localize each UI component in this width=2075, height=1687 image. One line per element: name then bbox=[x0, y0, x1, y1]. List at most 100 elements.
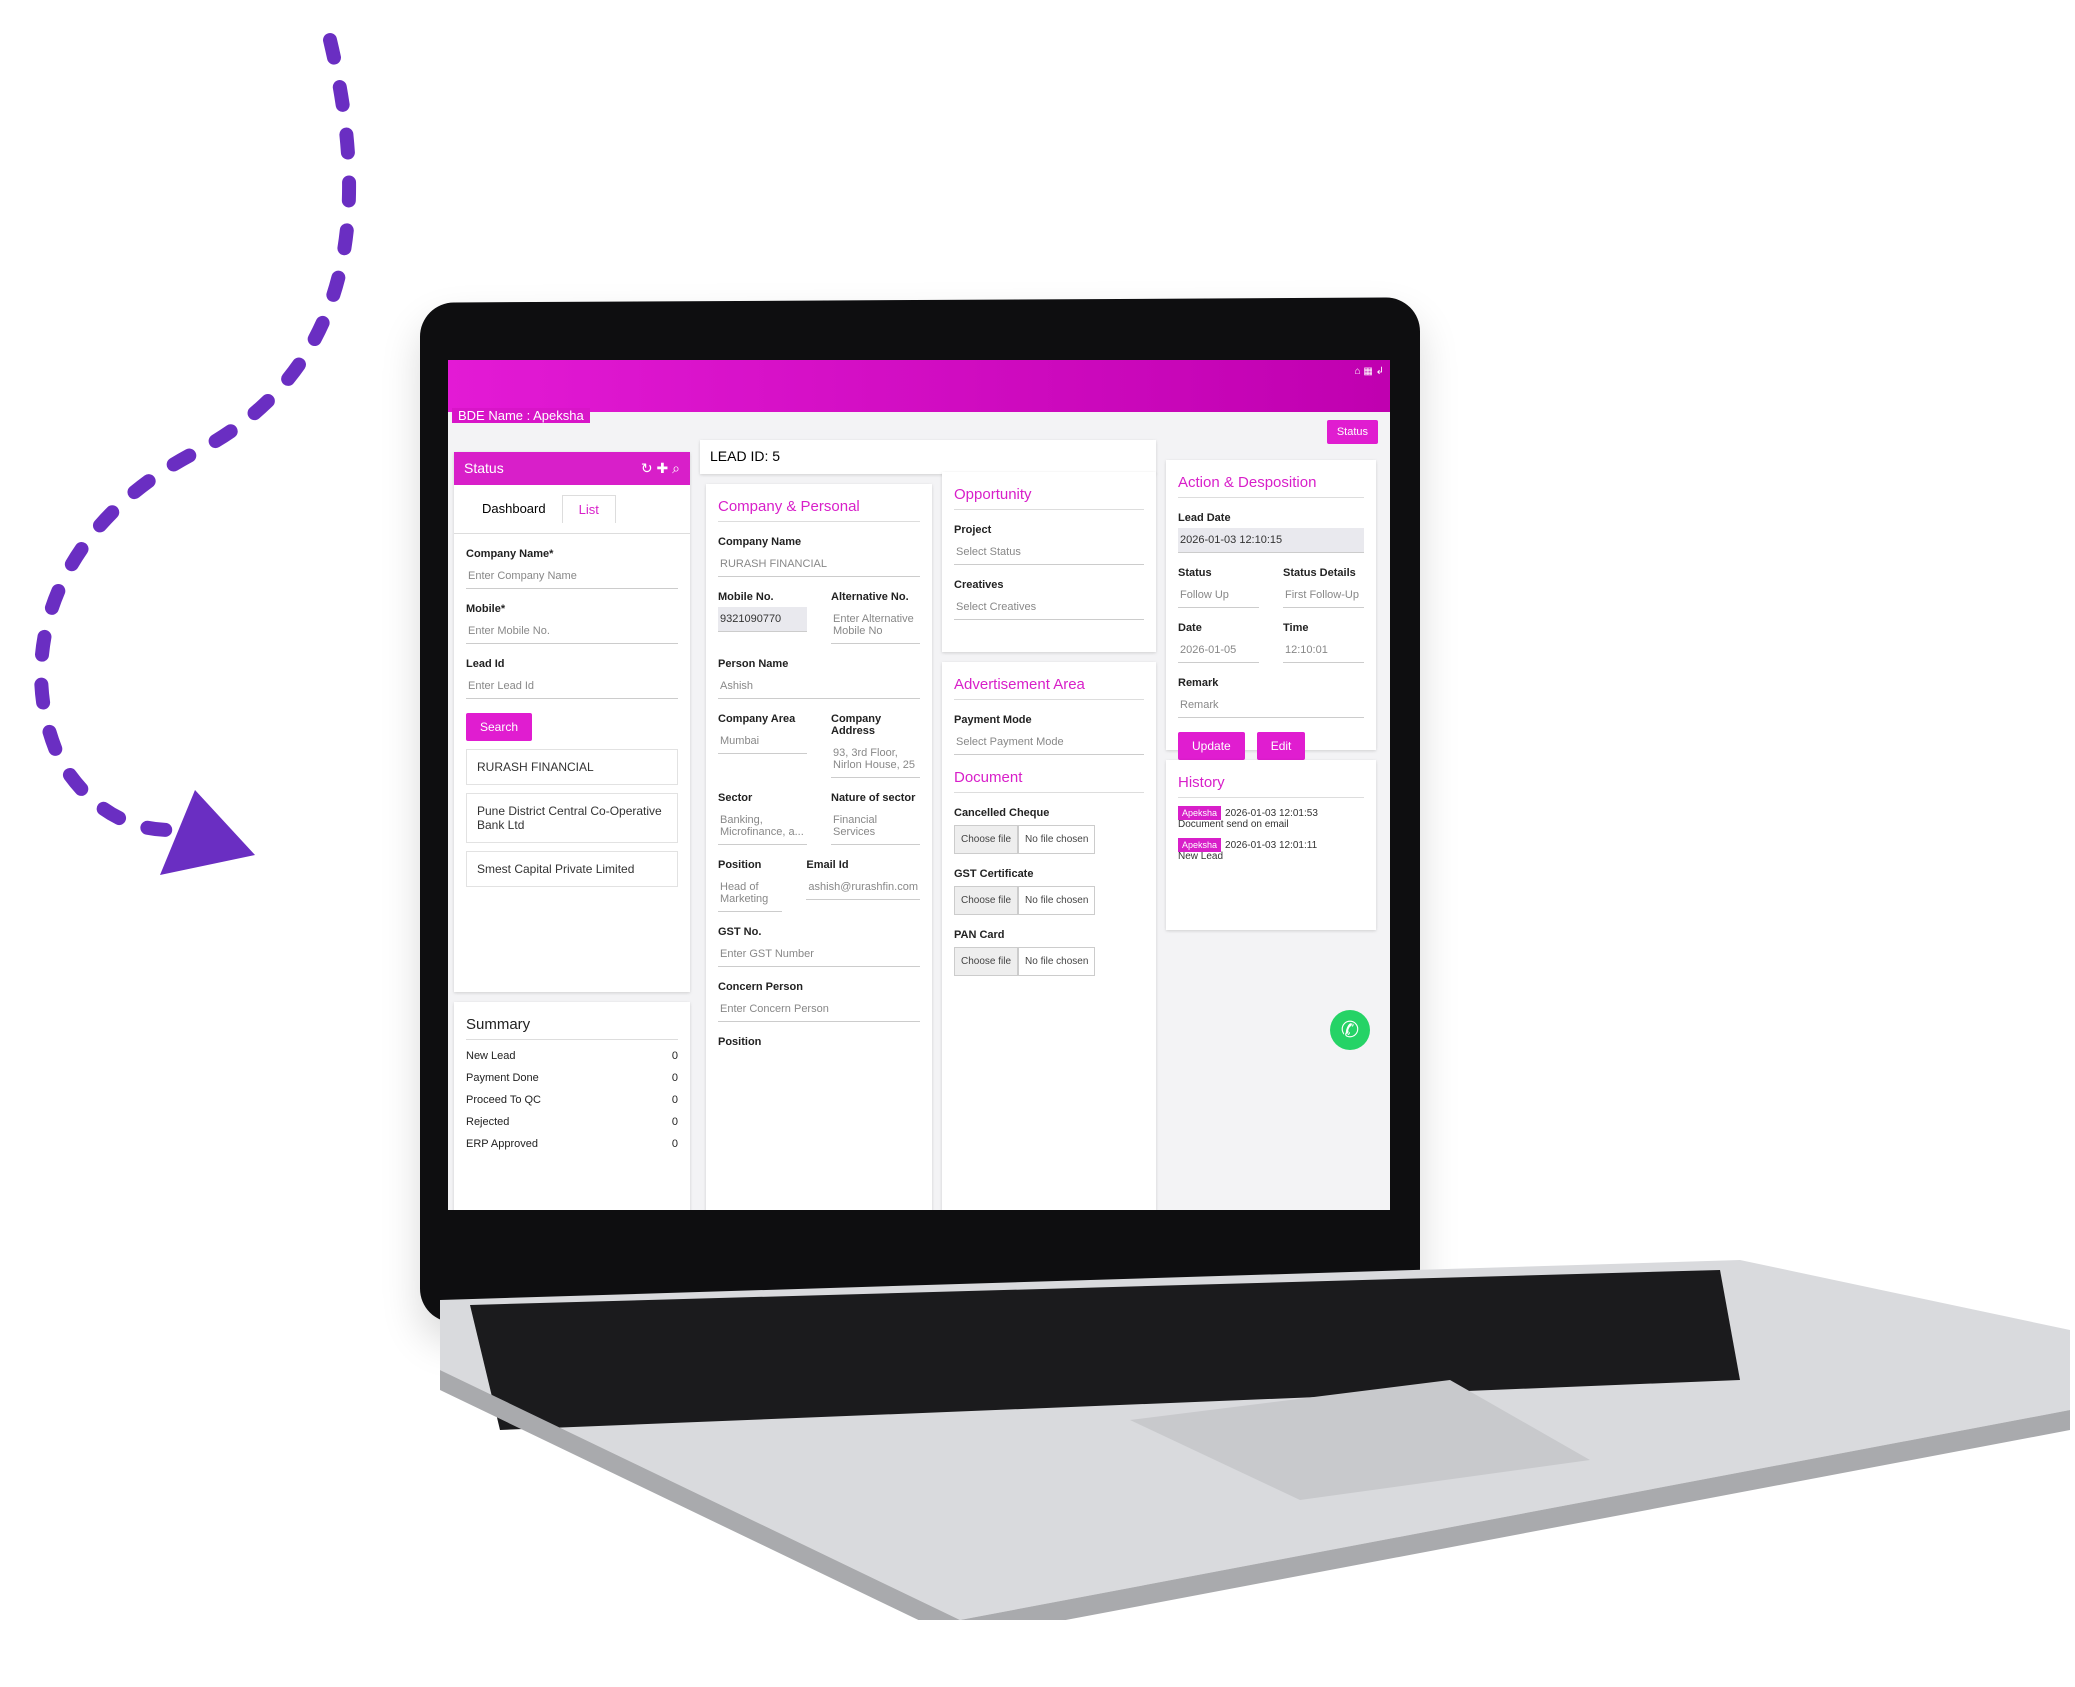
summary-label: Proceed To QC bbox=[466, 1094, 542, 1106]
mobile-label: Mobile* bbox=[466, 603, 506, 615]
status-select[interactable]: Follow Up bbox=[1178, 583, 1259, 608]
nature-value[interactable]: Financial Services bbox=[831, 808, 920, 845]
doc-label: GST Certificate bbox=[954, 868, 1034, 880]
alt-input[interactable]: Enter Alternative Mobile No bbox=[831, 607, 920, 644]
summary-label: New Lead bbox=[466, 1050, 516, 1062]
advertisement-title: Advertisement Area bbox=[954, 676, 1144, 700]
status-label: Status bbox=[1178, 567, 1212, 579]
lead-id-label: Lead Id bbox=[466, 658, 505, 670]
email-value[interactable]: ashish@rurashfin.com bbox=[806, 875, 920, 900]
history-panel: History Apeksha 2026-01-03 12:01:53 Docum… bbox=[1166, 760, 1376, 930]
summary-label: ERP Approved bbox=[466, 1138, 538, 1150]
summary-row: Rejected 0 bbox=[466, 1116, 678, 1128]
company-name-input[interactable]: Enter Company Name bbox=[466, 564, 678, 589]
project-select[interactable]: Select Status bbox=[954, 540, 1144, 565]
sector-label: Sector bbox=[718, 792, 753, 804]
lead-date-value: 2026-01-03 12:10:15 bbox=[1178, 528, 1364, 553]
position2-label: Position bbox=[718, 1036, 762, 1048]
history-time: 2026-01-03 12:01:53 bbox=[1225, 808, 1318, 819]
history-user: Apeksha bbox=[1178, 838, 1222, 852]
edit-button[interactable]: Edit bbox=[1256, 732, 1306, 760]
action-title: Action & Desposition bbox=[1178, 474, 1364, 498]
opportunity-panel: Opportunity Project Select Status Creati… bbox=[942, 472, 1156, 652]
choose-file-button[interactable]: Choose file bbox=[954, 825, 1019, 854]
summary-count: 0 bbox=[671, 1050, 678, 1062]
search-button[interactable]: Search bbox=[466, 713, 533, 741]
choose-file-button[interactable]: Choose file bbox=[954, 947, 1019, 976]
address-value[interactable]: 93, 3rd Floor, Nirlon House, 25 bbox=[831, 741, 920, 778]
date-input[interactable]: 2026-01-05 bbox=[1178, 638, 1259, 663]
file-status: No file chosen bbox=[1018, 947, 1096, 976]
sidebar-tabs: Dashboard List bbox=[454, 485, 690, 534]
status-title: Status bbox=[464, 460, 504, 476]
doc-label: PAN Card bbox=[954, 929, 1005, 941]
concern-input[interactable]: Enter Concern Person bbox=[718, 997, 920, 1022]
summary-row: New Lead 0 bbox=[466, 1050, 678, 1062]
status-details-select[interactable]: First Follow-Up bbox=[1283, 583, 1364, 608]
mobile-input[interactable]: Enter Mobile No. bbox=[466, 619, 678, 644]
history-text: Document send on email bbox=[1178, 819, 1289, 830]
person-label: Person Name bbox=[718, 658, 789, 670]
area-value[interactable]: Mumbai bbox=[718, 729, 807, 754]
update-button[interactable]: Update bbox=[1178, 732, 1245, 760]
list-item[interactable]: Smest Capital Private Limited bbox=[466, 851, 678, 887]
summary-count: 0 bbox=[671, 1138, 678, 1150]
status-header: Status ↻ ✚ ⌕ bbox=[454, 452, 690, 485]
history-time: 2026-01-03 12:01:11 bbox=[1225, 840, 1318, 851]
lead-date-label: Lead Date bbox=[1178, 512, 1231, 524]
summary-panel: Summary New Lead 0 Payment Done 0 Proceed … bbox=[454, 1002, 690, 1210]
payment-label: Payment Mode bbox=[954, 714, 1032, 726]
app-screen: BDE Name : Apeksha ⌂ ▦ ↲ Status Status ↻… bbox=[448, 360, 1390, 1210]
opportunity-title: Opportunity bbox=[954, 486, 1144, 510]
gst-input[interactable]: Enter GST Number bbox=[718, 942, 920, 967]
alt-label: Alternative No. bbox=[831, 591, 909, 603]
summary-label: Rejected bbox=[466, 1116, 510, 1128]
doc-label: Cancelled Cheque bbox=[954, 807, 1050, 819]
email-label: Email Id bbox=[806, 859, 849, 871]
project-label: Project bbox=[954, 524, 992, 536]
advertisement-panel: Advertisement Area Payment Mode Select P… bbox=[942, 662, 1156, 1210]
lead-id: LEAD ID: 5 bbox=[700, 440, 1156, 474]
list-item[interactable]: RURASH FINANCIAL bbox=[466, 749, 678, 785]
bde-name: BDE Name : Apeksha bbox=[452, 408, 590, 423]
nature-label: Nature of sector bbox=[831, 792, 916, 804]
file-input[interactable]: Choose file No file chosen bbox=[954, 947, 1144, 976]
time-label: Time bbox=[1283, 622, 1309, 634]
header-icons[interactable]: ↻ ✚ ⌕ bbox=[641, 460, 680, 477]
time-input[interactable]: 12:10:01 bbox=[1283, 638, 1364, 663]
top-bar: BDE Name : Apeksha ⌂ ▦ ↲ bbox=[448, 360, 1390, 423]
tab-list[interactable]: List bbox=[561, 495, 616, 523]
summary-count: 0 bbox=[671, 1094, 678, 1106]
history-entry: Apeksha 2026-01-03 12:01:53 Document send… bbox=[1178, 806, 1364, 830]
summary-row: ERP Approved 0 bbox=[466, 1138, 678, 1150]
list-item[interactable]: Pune District Central Co-Operative Bank … bbox=[466, 793, 678, 843]
history-entry: Apeksha 2026-01-03 12:01:11 New Lead bbox=[1178, 838, 1364, 862]
system-icons[interactable]: ⌂ ▦ ↲ bbox=[1355, 366, 1384, 377]
whatsapp-icon[interactable]: ✆ bbox=[1330, 1010, 1370, 1050]
company-title: Company & Personal bbox=[718, 498, 920, 522]
mobile-value[interactable]: 9321090770 bbox=[718, 607, 807, 632]
choose-file-button[interactable]: Choose file bbox=[954, 886, 1019, 915]
remark-label: Remark bbox=[1178, 677, 1219, 689]
address-label: Company Address bbox=[831, 713, 882, 737]
summary-title: Summary bbox=[466, 1016, 678, 1040]
status-button[interactable]: Status bbox=[1326, 420, 1378, 444]
position-value[interactable]: Head of Marketing bbox=[718, 875, 783, 912]
remark-input[interactable]: Remark bbox=[1178, 693, 1364, 718]
status-details-label: Status Details bbox=[1283, 567, 1356, 579]
file-input[interactable]: Choose file No file chosen bbox=[954, 825, 1144, 854]
file-input[interactable]: Choose file No file chosen bbox=[954, 886, 1144, 915]
company-name-value[interactable]: RURASH FINANCIAL bbox=[718, 552, 920, 577]
gst-label: GST No. bbox=[718, 926, 762, 938]
person-value[interactable]: Ashish bbox=[718, 674, 920, 699]
summary-count: 0 bbox=[671, 1072, 678, 1084]
laptop-base bbox=[440, 1260, 2070, 1620]
payment-select[interactable]: Select Payment Mode bbox=[954, 730, 1144, 755]
lead-id-input[interactable]: Enter Lead Id bbox=[466, 674, 678, 699]
creatives-select[interactable]: Select Creatives bbox=[954, 595, 1144, 620]
tab-dashboard[interactable]: Dashboard bbox=[466, 495, 562, 523]
date-label: Date bbox=[1178, 622, 1202, 634]
company-name-label: Company Name* bbox=[466, 548, 554, 560]
sector-select[interactable]: Banking, Microfinance, a... bbox=[718, 808, 807, 845]
creatives-label: Creatives bbox=[954, 579, 1004, 591]
